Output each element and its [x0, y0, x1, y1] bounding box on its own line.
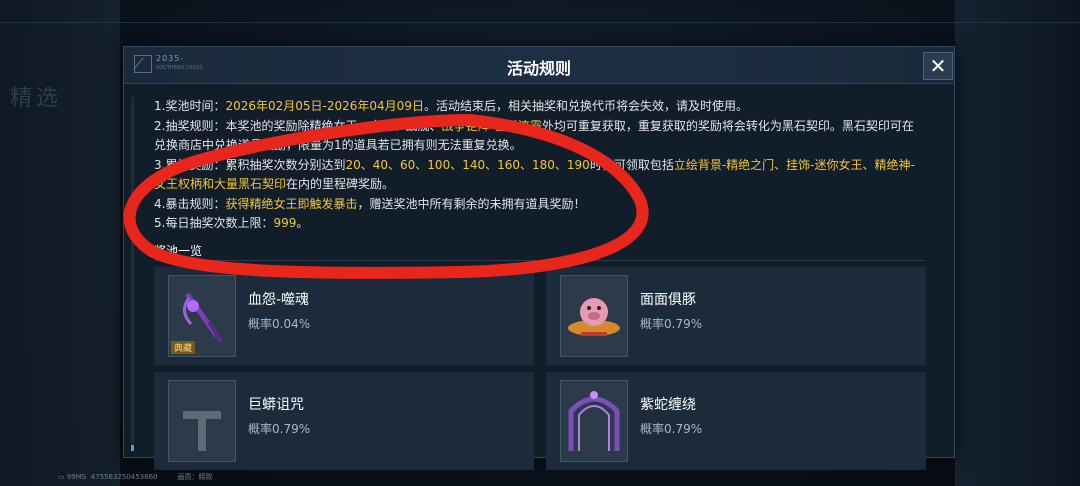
- rules-dialog: 2035- SOUTHERN CROSS 活动规则 ✕ 1.奖池时间：2026年…: [123, 46, 955, 470]
- rarity-tag: 典藏: [171, 341, 196, 354]
- quality-value: 精致: [198, 473, 213, 481]
- item-name: 血怨-噬魂: [248, 292, 310, 308]
- pool-section-title: 奖池一览: [154, 244, 203, 258]
- item-rate: 概率0.79%: [248, 422, 311, 436]
- background-divider: [0, 22, 1080, 23]
- network-icon: ▭: [58, 473, 67, 481]
- pool-item-card[interactable]: 面面俱豚 概率0.79%: [546, 267, 926, 365]
- scrollbar-thumb[interactable]: [131, 445, 134, 451]
- item-thumbnail: [560, 380, 628, 462]
- status-footer: ▭ 99MS 475563250453860 画质：精致: [58, 472, 213, 482]
- item-name: 紫蛇缠绕: [640, 397, 696, 413]
- item-thumbnail: [168, 380, 236, 462]
- pool-item-card[interactable]: 典藏 血怨-噬魂 概率0.04%: [154, 267, 534, 365]
- item-name: 巨蟒诅咒: [248, 397, 304, 413]
- rules-text: 1.奖池时间：2026年02月05日-2026年04月09日。活动结束后，相关抽…: [154, 97, 924, 234]
- uid-value: 475563250453860: [90, 473, 158, 481]
- pool-section-divider: [154, 260, 924, 261]
- pig-figurine-icon: [561, 276, 627, 356]
- quality-label: 画质：: [177, 473, 199, 481]
- ping-value: 99MS: [66, 473, 87, 481]
- scrollbar-track[interactable]: [131, 97, 134, 447]
- item-rate: 概率0.79%: [640, 317, 703, 331]
- rule-1: 1.奖池时间：2026年02月05日-2026年04月09日。活动结束后，相关抽…: [154, 99, 748, 113]
- close-button[interactable]: ✕: [923, 52, 953, 80]
- rule-2: 2.抽奖规则：本奖池的奖励除精绝女王、皇冠、战舰、战争钜阵-暮天流霞外均可重复获…: [154, 118, 914, 153]
- item-thumbnail: [560, 275, 628, 357]
- dialog-title: 活动规则: [506, 59, 571, 78]
- item-thumbnail: 典藏: [168, 275, 236, 357]
- item-rate: 概率0.79%: [640, 422, 703, 436]
- item-name: 面面俱豚: [640, 292, 696, 308]
- totem-icon: [169, 381, 235, 461]
- background-right: [955, 0, 1080, 486]
- pool-item-card[interactable]: 紫蛇缠绕 概率0.79%: [546, 372, 926, 470]
- rule-3: 3.累计奖励：累积抽奖次数分别达到20、40、60、100、140、160、18…: [154, 157, 915, 192]
- serpent-arch-icon: [561, 381, 627, 461]
- background-side-text: 精选: [10, 86, 63, 111]
- rule-4: 4.暴击规则：获得精绝女王即触发暴击，赠送奖池中所有剩余的未拥有道具奖励！: [154, 196, 586, 211]
- rule-5: 5.每日抽奖次数上限：999。: [154, 216, 309, 230]
- background-left: [0, 0, 120, 486]
- dialog-header: 2035- SOUTHERN CROSS 活动规则 ✕: [124, 47, 954, 84]
- pool-item-card[interactable]: 巨蟒诅咒 概率0.79%: [154, 372, 534, 470]
- item-rate: 概率0.04%: [248, 317, 311, 331]
